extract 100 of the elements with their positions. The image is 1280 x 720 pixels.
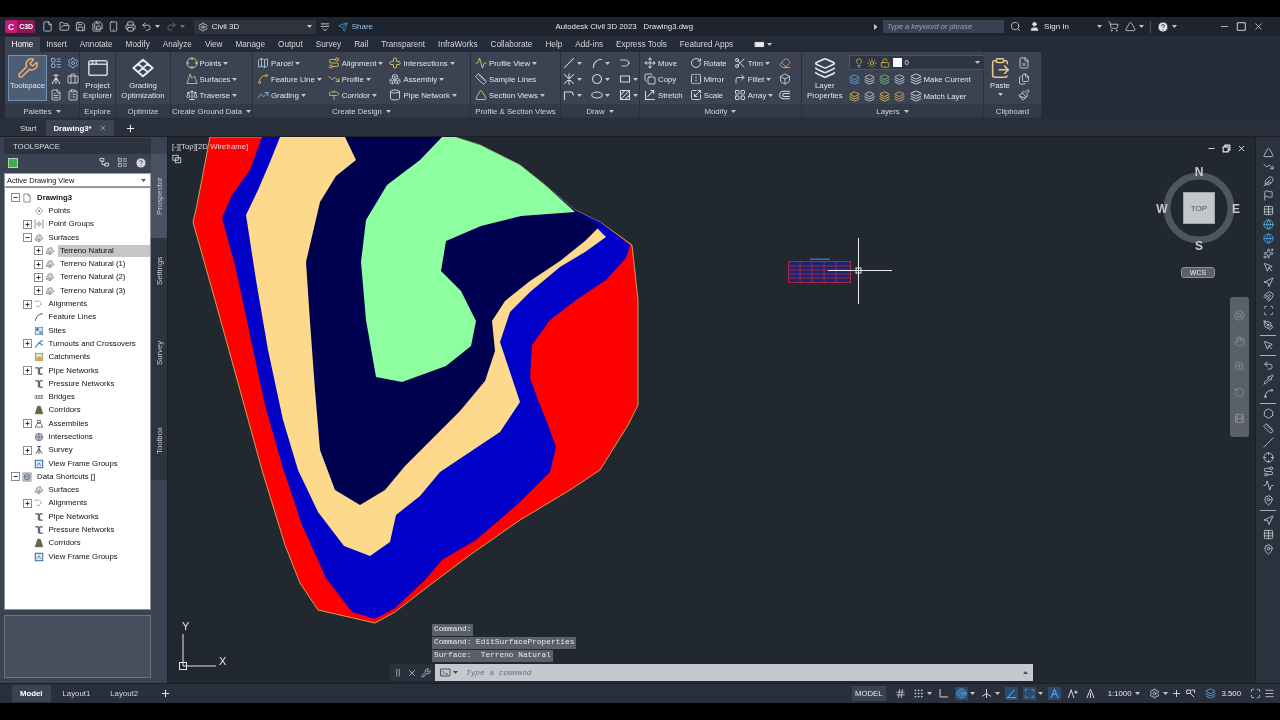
ribbon-icon-button[interactable]	[562, 73, 582, 85]
ribbon-icon-button[interactable]	[590, 73, 610, 85]
ribbon-tab[interactable]: View	[198, 37, 229, 52]
collapse-icon[interactable]	[11, 193, 20, 203]
ribbon-tab[interactable]: Survey	[309, 37, 348, 52]
ribbon-icon-button[interactable]	[562, 57, 582, 69]
clipboard-list-icon[interactable]	[67, 89, 80, 101]
pipette-icon[interactable]	[1262, 374, 1274, 386]
add-tab-icon[interactable]	[124, 122, 136, 134]
cart-icon[interactable]	[1108, 21, 1119, 32]
compass-direction-label[interactable]: W	[1156, 203, 1168, 215]
search-icon[interactable]	[1010, 21, 1022, 32]
ribbon-tab[interactable]: Insert	[39, 37, 74, 52]
globe-icon[interactable]	[1262, 218, 1274, 230]
triangle-icon[interactable]	[1262, 147, 1274, 158]
pen-tool-icon[interactable]	[1262, 319, 1274, 331]
table-icon[interactable]	[1262, 204, 1274, 216]
gear-icon[interactable]	[1149, 688, 1161, 699]
undo-icon[interactable]	[141, 21, 153, 32]
layer-stack-icon[interactable]	[863, 73, 875, 85]
new-file-icon[interactable]	[42, 21, 54, 32]
ribbon-tab[interactable]: Modify	[119, 37, 157, 52]
customize-icon[interactable]	[319, 21, 330, 32]
status-toggle-button[interactable]	[979, 687, 993, 700]
status-toggle-button[interactable]	[954, 687, 968, 700]
pointer-icon[interactable]	[1262, 262, 1274, 274]
square-diagonal-icon[interactable]	[1185, 688, 1197, 699]
close-icon[interactable]	[407, 667, 417, 678]
redo-icon[interactable]	[165, 21, 177, 32]
status-toggle-button[interactable]	[1004, 687, 1018, 700]
ribbon-icon-button[interactable]	[590, 89, 610, 101]
layer-stack-icon[interactable]	[878, 90, 890, 102]
ribbon-tab[interactable]: Express Tools	[609, 37, 674, 52]
map-pin-icon[interactable]	[1262, 543, 1274, 555]
scan-icon[interactable]	[1262, 305, 1274, 317]
expand-icon[interactable]	[22, 339, 32, 349]
panel-layout-icon[interactable]	[117, 157, 128, 168]
tripod-icon[interactable]	[50, 73, 63, 85]
curved-arrow-icon[interactable]	[1262, 359, 1274, 371]
status-toggle-button[interactable]	[911, 687, 925, 700]
tree-structure-icon[interactable]	[99, 157, 110, 168]
cube-icon[interactable]	[779, 73, 792, 85]
command-history-button[interactable]	[1019, 664, 1033, 681]
triangle-icon[interactable]	[1125, 21, 1136, 32]
map-pin-icon[interactable]	[1262, 494, 1274, 506]
fullscreen-icon[interactable]	[1250, 688, 1261, 699]
help-icon[interactable]	[1157, 20, 1169, 33]
pulse-line-icon[interactable]	[1262, 480, 1274, 492]
ribbon-tab[interactable]: Manage	[229, 37, 272, 52]
collapse-icon[interactable]	[11, 472, 20, 482]
wrench-icon[interactable]	[421, 667, 431, 678]
layer-stack-icon[interactable]	[893, 73, 905, 85]
ribbon-icon-button[interactable]	[618, 73, 638, 85]
expand-icon[interactable]	[34, 259, 43, 269]
ribbon-tab[interactable]: Collaborate	[484, 37, 539, 52]
ribbon-tab[interactable]: Featured Apps	[673, 37, 740, 52]
ribbon-tab[interactable]: Transparent	[374, 37, 432, 52]
grip-icon[interactable]	[393, 667, 403, 678]
collapse-icon[interactable]	[22, 233, 32, 243]
ribbon-tab[interactable]: Help	[538, 37, 569, 52]
status-toggle-button[interactable]	[1022, 687, 1036, 700]
restore-icon[interactable]	[1222, 144, 1231, 153]
printer-icon[interactable]	[124, 21, 136, 32]
ribbon-tab[interactable]: Analyze	[156, 37, 199, 52]
layer-stack-icon[interactable]	[878, 73, 890, 85]
list-panel-icon[interactable]	[50, 57, 63, 69]
ribbon-tab[interactable]: Home	[5, 37, 40, 52]
crosshair-icon[interactable]	[1262, 451, 1274, 463]
files-icon[interactable]	[1018, 73, 1030, 85]
expand-icon[interactable]	[22, 445, 32, 455]
offset-curves-icon[interactable]	[779, 89, 792, 101]
feather-icon[interactable]	[1262, 175, 1274, 187]
gear-icon[interactable]	[67, 57, 80, 69]
compass-direction-label[interactable]: E	[1232, 203, 1240, 215]
eraser-icon[interactable]	[779, 57, 792, 69]
magnet-icon[interactable]	[1262, 290, 1274, 302]
toolbox-icon[interactable]	[67, 73, 80, 85]
sparkles-icon[interactable]	[1262, 247, 1274, 259]
spline-icon[interactable]	[1262, 388, 1274, 400]
globe-icon[interactable]	[1262, 233, 1274, 245]
flag-icon[interactable]	[1262, 190, 1274, 202]
expand-icon[interactable]	[22, 299, 32, 309]
add-tab-icon[interactable]	[160, 688, 172, 699]
file-x-icon[interactable]	[1018, 57, 1030, 69]
filled-square-icon[interactable]	[8, 157, 18, 168]
status-toggle-button[interactable]	[893, 687, 907, 700]
hexagon-icon[interactable]	[1262, 408, 1274, 420]
layer-stack-icon[interactable]	[848, 73, 860, 85]
slash-icon[interactable]	[1262, 437, 1274, 449]
plus-icon[interactable]	[1171, 688, 1183, 699]
menu-icon[interactable]	[1264, 688, 1275, 699]
save-icon[interactable]	[75, 21, 87, 32]
close-icon[interactable]	[1253, 21, 1264, 32]
route-icon[interactable]	[1262, 466, 1274, 478]
expand-icon[interactable]	[22, 219, 32, 229]
ribbon-icon-button[interactable]	[590, 57, 610, 69]
compass-direction-label[interactable]: S	[1195, 240, 1203, 252]
compass-direction-label[interactable]: N	[1194, 166, 1204, 178]
command-prompt-button[interactable]	[435, 664, 460, 681]
share-button[interactable]: Share	[335, 21, 375, 32]
